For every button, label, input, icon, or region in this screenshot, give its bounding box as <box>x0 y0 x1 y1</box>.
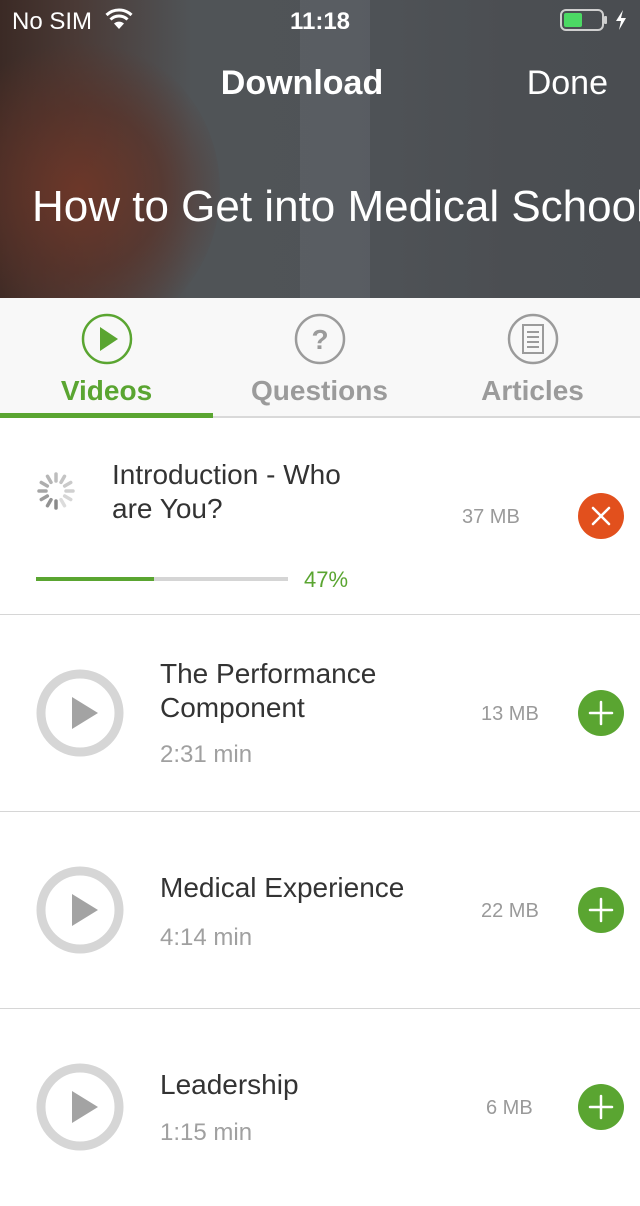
tab-articles-label: Articles <box>481 375 584 406</box>
plus-icon <box>588 700 614 726</box>
tab-videos-label: Videos <box>60 375 153 406</box>
battery-icon <box>560 9 607 31</box>
video-size: 22 MB <box>481 900 539 922</box>
play-circle-icon <box>36 866 124 954</box>
svg-text:?: ? <box>311 324 328 355</box>
download-progress-bar <box>36 577 288 581</box>
cancel-download-button[interactable] <box>578 493 624 539</box>
add-download-button[interactable] <box>578 690 624 736</box>
play-circle-icon <box>36 1063 124 1151</box>
course-header-banner: No SIM 11:18 Download Done How to Get in… <box>0 0 640 298</box>
status-bar: No SIM 11:18 <box>0 0 640 40</box>
charging-bolt-icon <box>616 10 626 30</box>
question-circle-icon: ? <box>294 313 346 365</box>
play-circle-icon <box>81 313 133 365</box>
video-row[interactable]: Medical Experience 4:14 min 22 MB <box>0 812 640 1009</box>
tab-questions[interactable]: ? Questions <box>213 298 426 416</box>
tab-articles[interactable]: Articles <box>426 298 639 416</box>
video-row[interactable]: Leadership 1:15 min 6 MB <box>0 1009 640 1206</box>
plus-icon <box>588 897 614 923</box>
done-button[interactable]: Done <box>527 64 608 103</box>
play-circle-icon <box>36 669 124 757</box>
video-size: 13 MB <box>481 703 539 725</box>
video-size: 6 MB <box>486 1097 533 1119</box>
video-duration: 1:15 min <box>160 1119 253 1146</box>
tab-videos[interactable]: Videos <box>0 298 213 418</box>
loading-spinner-icon <box>37 472 75 510</box>
status-time: 11:18 <box>289 8 351 35</box>
nav-title: Download <box>220 64 384 102</box>
video-title: Leadership <box>160 1069 299 1100</box>
plus-icon <box>588 1094 614 1120</box>
download-progress-fill <box>36 577 155 581</box>
article-document-icon <box>507 313 559 365</box>
content-tabs: Videos ? Questions Articles <box>0 298 640 418</box>
video-title: Medical Experience <box>160 872 405 903</box>
video-duration: 4:14 min <box>160 924 253 951</box>
video-duration: 2:31 min <box>160 741 253 768</box>
close-icon <box>591 506 611 526</box>
video-title: The Performance Component <box>160 658 377 723</box>
add-download-button[interactable] <box>578 1084 624 1130</box>
video-row[interactable]: The Performance Component 2:31 min 13 MB <box>0 615 640 812</box>
course-title: How to Get into Medical School <box>32 182 640 231</box>
video-size: 37 MB <box>462 506 520 528</box>
tab-questions-label: Questions <box>251 375 388 406</box>
video-title: Introduction - Who are You? <box>112 459 341 524</box>
download-progress-percent: 47% <box>304 567 349 592</box>
add-download-button[interactable] <box>578 887 624 933</box>
navigation-bar: Download Done <box>0 60 640 110</box>
